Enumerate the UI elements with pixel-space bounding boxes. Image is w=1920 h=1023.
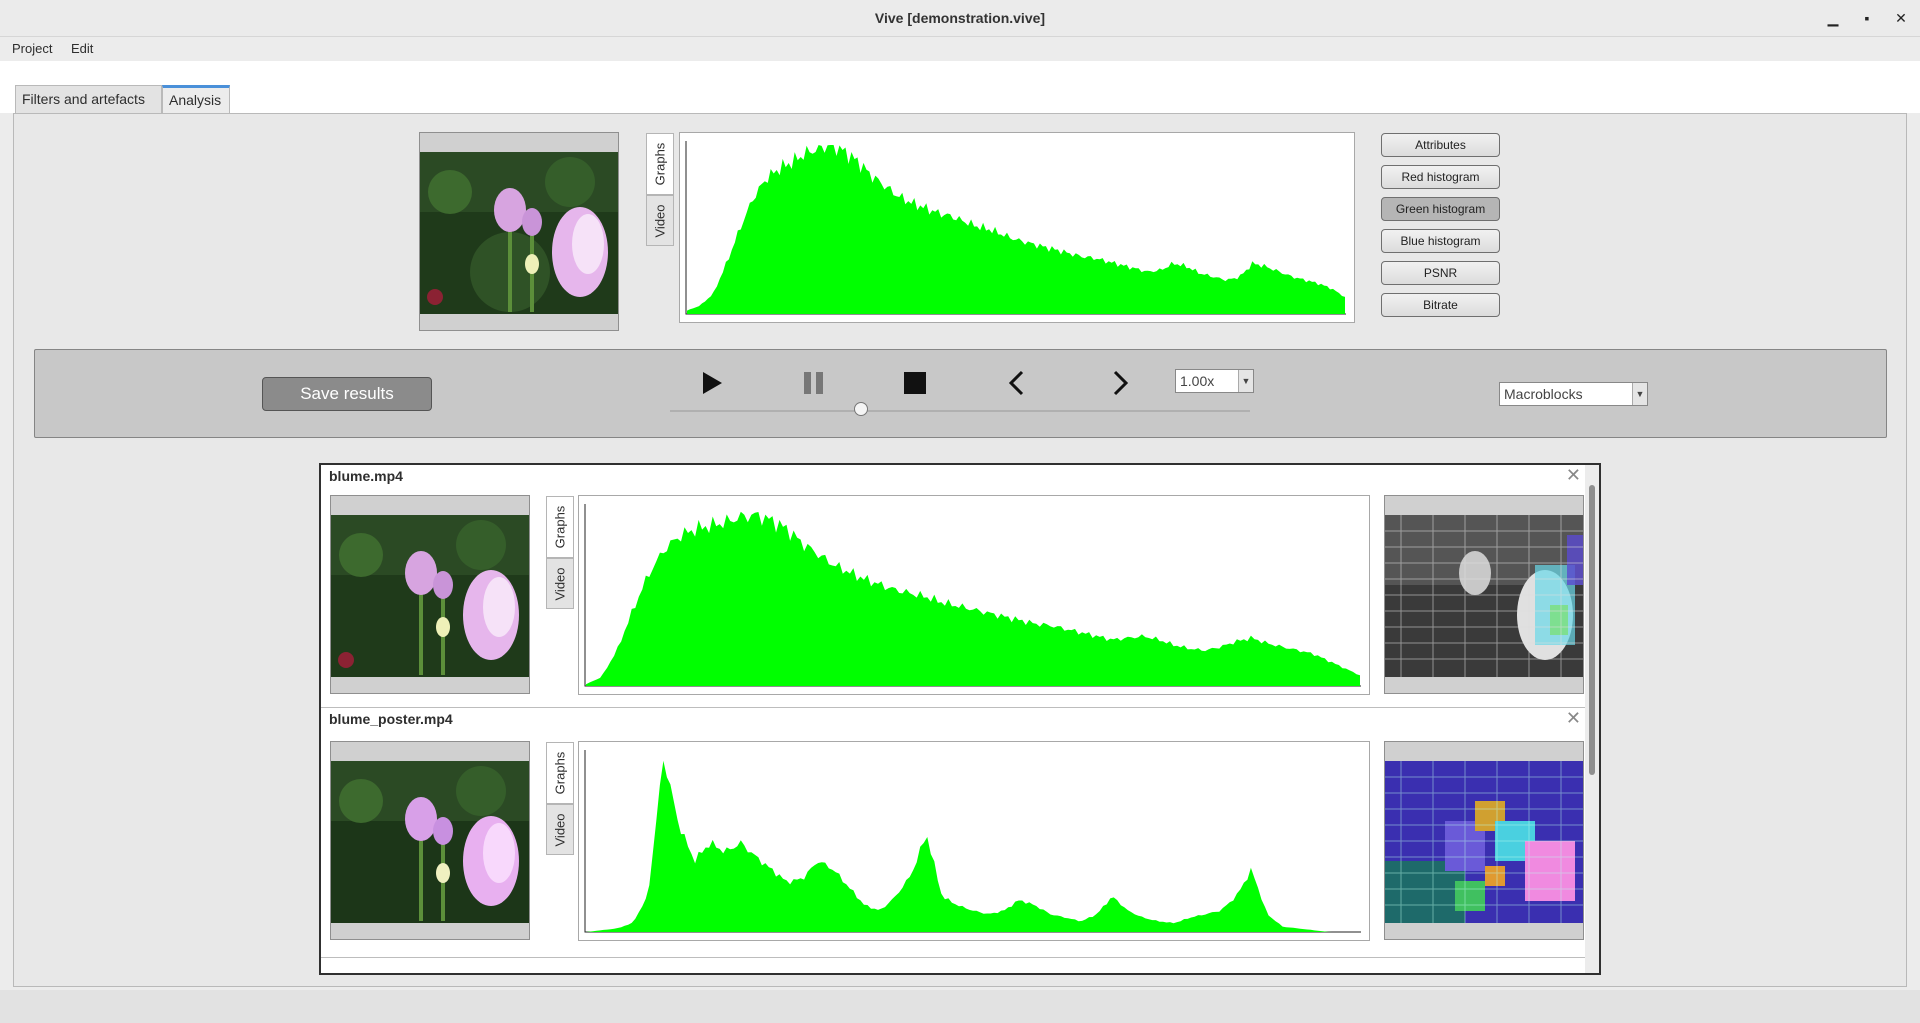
status-bar	[0, 990, 1920, 1023]
tulip-poster-image	[331, 761, 529, 923]
title-bar: Vive [demonstration.vive] ▁ ▪ ✕	[0, 0, 1920, 37]
minimize-button[interactable]: ▁	[1823, 8, 1843, 28]
tab-graphs-label: Graphs	[552, 751, 568, 795]
tab-video-label: Video	[552, 812, 568, 847]
tab-bar: Filters and artefacts Analysis	[0, 61, 1920, 113]
pause-icon	[804, 372, 823, 394]
window-title: Vive [demonstration.vive]	[874, 10, 1046, 26]
maximize-button[interactable]: ▪	[1857, 8, 1877, 28]
red-histogram-button[interactable]: Red histogram	[1381, 165, 1500, 189]
scrollbar-thumb[interactable]	[1589, 485, 1595, 775]
close-window-button[interactable]: ✕	[1891, 8, 1911, 28]
next-frame-button[interactable]	[1100, 363, 1140, 403]
macroblock-overlay-thumbnail	[1384, 495, 1584, 694]
tab-video-label: Video	[552, 566, 568, 601]
green-histogram-button[interactable]: Green histogram	[1381, 197, 1500, 221]
overlay-mode-select[interactable]: Macroblocks ▼	[1499, 382, 1648, 406]
tab-video[interactable]: Video	[546, 558, 574, 609]
result-histogram-graph	[578, 495, 1370, 695]
chevron-down-icon: ▼	[1238, 370, 1253, 392]
list-item: blume_poster.mp4 ✕ Graphs Video	[321, 708, 1587, 958]
previous-frame-icon	[1008, 370, 1024, 396]
menu-bar: Project Edit	[0, 37, 1920, 61]
tab-video[interactable]: Video	[546, 804, 574, 855]
speed-select[interactable]: 1.00x ▼	[1175, 369, 1254, 393]
save-results-button[interactable]: Save results	[262, 377, 432, 411]
tab-analysis[interactable]: Analysis	[162, 85, 230, 113]
tulip-image	[420, 152, 618, 314]
previous-frame-button[interactable]	[997, 363, 1037, 403]
bitrate-button[interactable]: Bitrate	[1381, 293, 1500, 317]
result-filename: blume.mp4	[329, 468, 403, 484]
tab-video-label: Video	[652, 203, 668, 238]
result-thumbnail	[330, 741, 530, 940]
result-thumbnail	[330, 495, 530, 694]
macroblock-overlay-image	[1385, 761, 1583, 923]
histogram-plot	[685, 141, 1346, 315]
histogram-area	[586, 511, 1360, 686]
pause-button[interactable]	[794, 363, 834, 403]
results-list: blume.mp4 ✕ Graphs Video blume_poster.mp…	[319, 463, 1601, 975]
play-button[interactable]	[692, 363, 732, 403]
stop-button[interactable]	[895, 363, 935, 403]
overlay-mode-value: Macroblocks	[1504, 386, 1583, 402]
attributes-button[interactable]: Attributes	[1381, 133, 1500, 157]
macroblock-overlay-image	[1385, 515, 1583, 677]
tab-graphs-label: Graphs	[552, 505, 568, 549]
tab-graphs[interactable]: Graphs	[646, 133, 674, 195]
menu-edit[interactable]: Edit	[71, 41, 93, 56]
result-filename: blume_poster.mp4	[329, 711, 453, 727]
tab-graphs[interactable]: Graphs	[546, 496, 574, 558]
blue-histogram-button[interactable]: Blue histogram	[1381, 229, 1500, 253]
tab-graphs-label: Graphs	[652, 142, 668, 186]
tab-video[interactable]: Video	[646, 195, 674, 246]
menu-project[interactable]: Project	[12, 41, 52, 56]
results-scrollbar[interactable]	[1585, 465, 1599, 973]
source-video-thumbnail	[419, 132, 619, 331]
chevron-down-icon: ▼	[1632, 383, 1647, 405]
play-icon	[703, 372, 722, 394]
histogram-area	[687, 145, 1345, 314]
histogram-plot	[584, 750, 1361, 933]
stop-icon	[904, 372, 926, 394]
speed-value: 1.00x	[1180, 373, 1215, 389]
list-item: blume.mp4 ✕ Graphs Video	[321, 465, 1587, 708]
source-histogram-graph	[679, 132, 1355, 323]
result-histogram-graph	[578, 741, 1370, 941]
macroblock-overlay-thumbnail	[1384, 741, 1584, 940]
close-icon[interactable]: ✕	[1566, 465, 1581, 486]
tab-graphs[interactable]: Graphs	[546, 742, 574, 804]
close-icon[interactable]: ✕	[1566, 708, 1581, 729]
histogram-plot	[584, 504, 1361, 687]
next-frame-icon	[1113, 370, 1129, 396]
psnr-button[interactable]: PSNR	[1381, 261, 1500, 285]
histogram-area	[586, 760, 1360, 932]
tulip-image	[331, 515, 529, 677]
tab-filters-and-artefacts[interactable]: Filters and artefacts	[15, 85, 162, 113]
playback-slider-track[interactable]	[670, 410, 1250, 412]
